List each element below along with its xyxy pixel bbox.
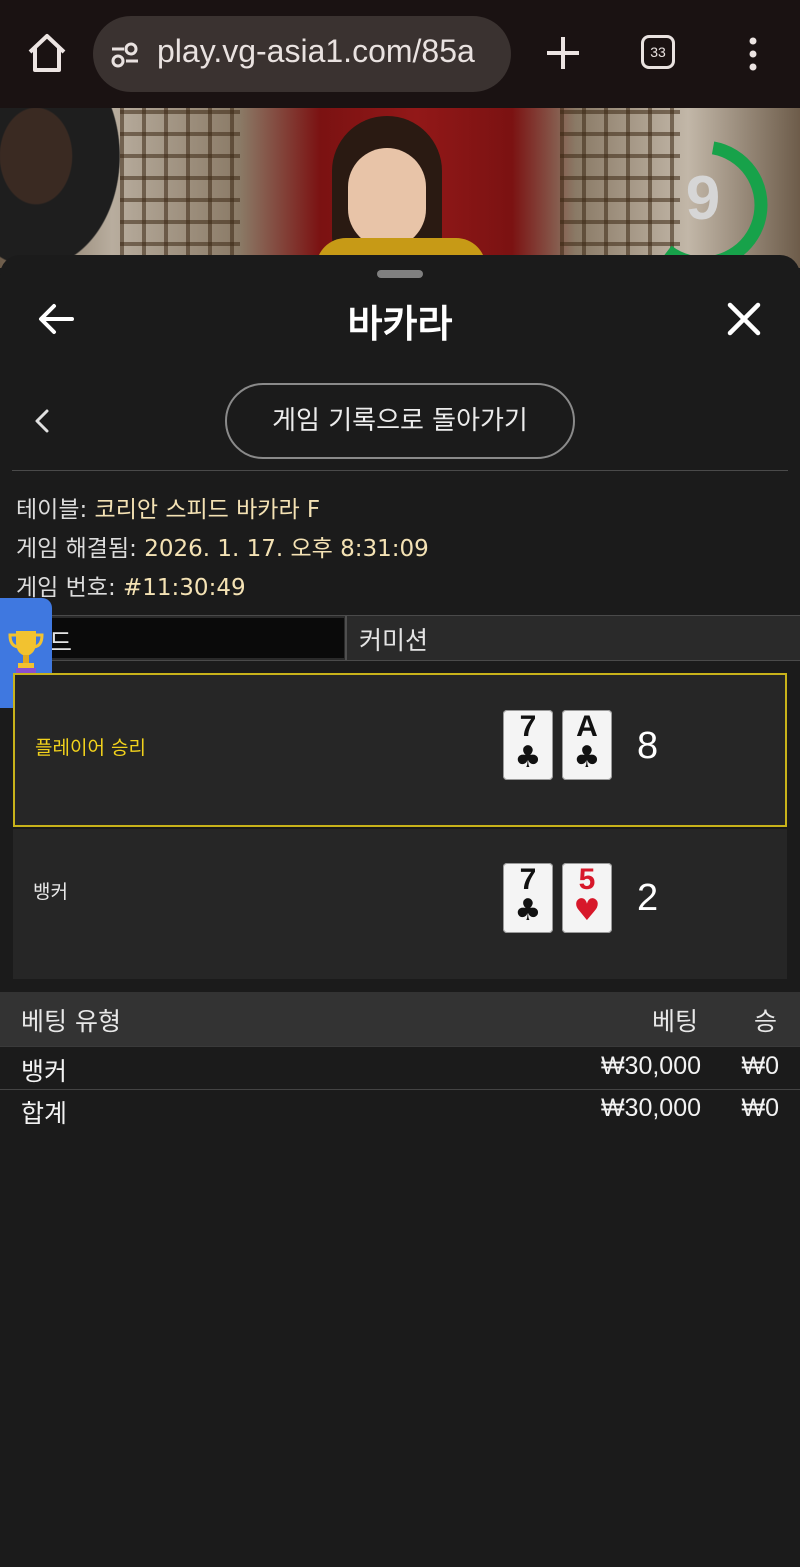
plus-icon[interactable] [542,32,584,74]
tab-count: 33 [650,44,666,60]
heart-suit-icon: ♥ [573,893,601,928]
table-label: 테이블: [16,497,88,523]
resolved-value: 2026. 1. 17. 오후 8:31:09 [144,536,429,562]
card-rank: 7 [519,863,537,896]
close-icon[interactable] [724,299,764,339]
mode-divider [345,616,347,660]
table-value: 코리안 스피드 바카라 F [94,497,321,523]
mode-value: 커미션 [359,626,429,655]
bet-type-header: 베팅 유형 [21,1007,121,1036]
card-rank: A [576,710,598,743]
background-lattice-left [120,108,240,268]
address-bar[interactable]: play.vg-asia1.com/85a [93,16,511,92]
club-suit-icon: ♣ [514,740,542,775]
bet-amount-cell: ₩30,000 [600,1052,701,1080]
divider [12,470,788,471]
game-number-value: #11:30:49 [123,575,246,601]
resolved-label: 게임 해결됨: [16,536,137,562]
card-rank: 7 [519,710,537,743]
home-icon[interactable] [24,30,70,76]
table-row: 뱅커 ₩30,000 ₩0 [0,1046,800,1090]
countdown-number: 9 [685,164,721,233]
mode-row: 모드 커미션 [0,615,800,661]
url-text[interactable]: play.vg-asia1.com/85a [157,33,475,70]
banker-result: 뱅커 7 ♣ 5 ♥ 2 [13,829,787,979]
win-amount-cell: ₩0 [741,1094,780,1122]
bets-table-header: 베팅 유형 베팅 승 [0,992,800,1046]
dealer-face [348,148,426,248]
banker-score: 2 [637,877,659,919]
win-amount-cell: ₩0 [741,1052,780,1080]
resolved-info: 게임 해결됨: 2026. 1. 17. 오후 8:31:09 [16,529,429,563]
card-rank: 5 [578,863,596,896]
game-detail-sheet: 바카라 게임 기록으로 돌아가기 테이블: 코리안 스피드 바카라 F 게임 해… [0,255,800,1567]
club-suit-icon: ♣ [514,893,542,928]
game-number-info: 게임 번호: #11:30:49 [16,568,246,602]
chevron-left-icon[interactable] [32,408,54,434]
banker-card-1: 7 ♣ [503,863,553,933]
table-info: 테이블: 코리안 스피드 바카라 F [16,490,320,524]
player-result-label: 플레이어 승리 [35,737,146,759]
mode-label-cell: 모드 [12,618,344,658]
player-result: 플레이어 승리 7 ♣ A ♣ 8 [13,673,787,827]
club-suit-icon: ♣ [573,740,601,775]
bet-type-cell: 합계 [21,1099,68,1128]
more-vert-icon[interactable] [744,36,762,72]
player-score: 8 [637,725,659,767]
sheet-title: 바카라 [347,302,453,346]
back-to-history-button[interactable]: 게임 기록으로 돌아가기 [225,383,575,459]
browser-toolbar: play.vg-asia1.com/85a 33 [0,0,800,108]
table-row-total: 합계 ₩30,000 ₩0 [0,1089,800,1131]
bet-amount-header: 베팅 [652,1007,699,1036]
side-person [0,108,120,268]
bet-amount-cell: ₩30,000 [600,1094,701,1122]
bet-type-cell: 뱅커 [21,1057,68,1086]
player-card-1: 7 ♣ [503,710,553,780]
site-settings-icon[interactable] [110,40,140,70]
drag-handle[interactable] [377,270,423,278]
win-header: 승 [754,1007,778,1036]
player-card-2: A ♣ [562,710,612,780]
banker-card-2: 5 ♥ [562,863,612,933]
tab-switcher-button[interactable]: 33 [641,35,675,69]
banker-result-label: 뱅커 [33,881,68,903]
trophy-icon [8,631,44,673]
